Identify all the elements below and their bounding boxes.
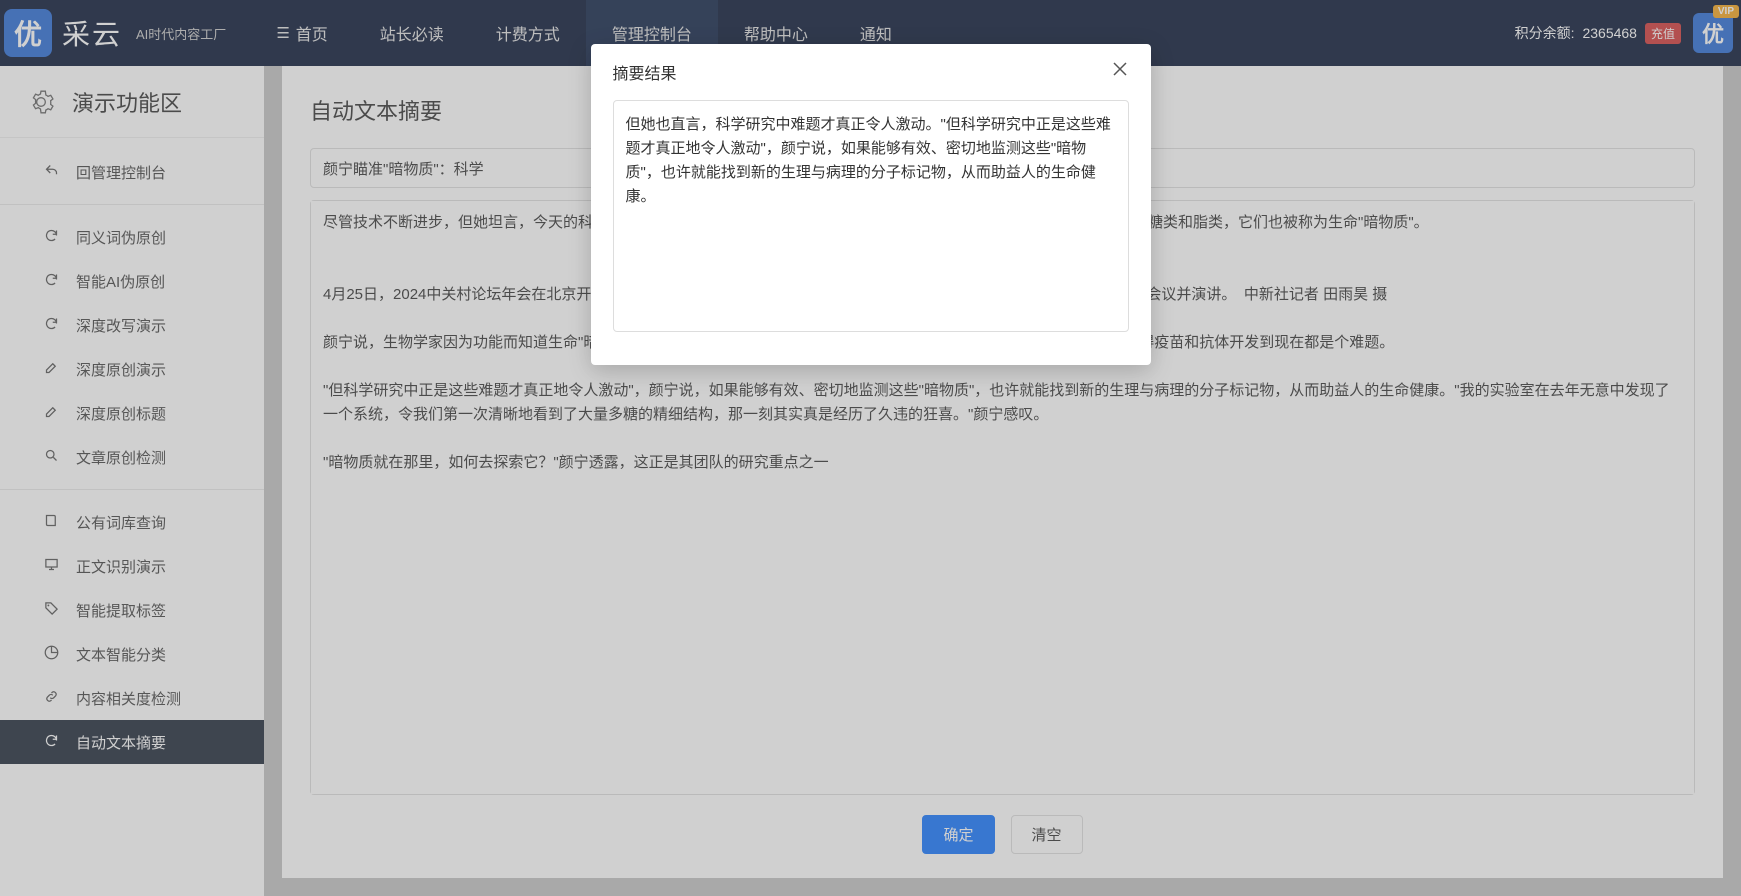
modal-backdrop: 摘要结果 bbox=[0, 0, 1741, 896]
close-icon[interactable] bbox=[1111, 60, 1129, 84]
modal-title: 摘要结果 bbox=[613, 60, 677, 84]
summary-modal: 摘要结果 bbox=[591, 44, 1151, 365]
summary-textarea[interactable] bbox=[613, 100, 1129, 332]
